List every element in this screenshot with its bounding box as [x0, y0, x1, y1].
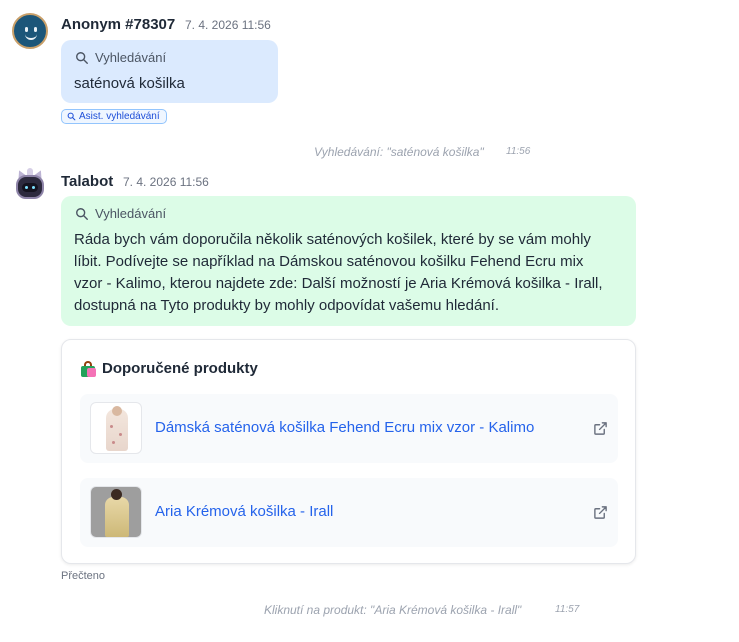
- bubble-label-text: Vyhledávání: [95, 206, 167, 221]
- message-text: saténová košilka: [74, 75, 185, 92]
- message-text-line: dostupná na Tyto produkty by mohly odpov…: [74, 297, 499, 314]
- user-message-bubble: Vyhledávání saténová košilka: [61, 40, 278, 103]
- message-author: Talabot: [61, 173, 114, 190]
- bot-eye: [32, 186, 35, 189]
- bot-head: [16, 175, 44, 199]
- card-title-text: Doporučené produkty: [102, 360, 258, 377]
- product-thumbnail[interactable]: [90, 486, 142, 538]
- product-item[interactable]: Dámská saténová košilka Fehend Ecru mix …: [80, 394, 618, 463]
- avatar-eye: [34, 27, 37, 32]
- external-link-icon[interactable]: [593, 505, 608, 520]
- bubble-label-text: Vyhledávání: [95, 50, 167, 65]
- card-title: Doporučené produkty: [80, 360, 258, 377]
- message-text-line: Ráda bych vám doporučila několik saténov…: [74, 231, 591, 248]
- shopping-bags-icon: [80, 360, 96, 377]
- search-icon: [67, 112, 76, 121]
- bubble-label: Vyhledávání: [75, 50, 166, 65]
- bot-message-bubble: Vyhledávání Ráda bych vám doporučila něk…: [61, 196, 636, 326]
- bubble-label: Vyhledávání: [75, 206, 166, 221]
- message-text-line: líbit. Podívejte se například na Dámskou…: [74, 253, 584, 270]
- bot-face: [22, 183, 38, 192]
- external-link-icon[interactable]: [593, 421, 608, 436]
- user-avatar: [12, 13, 48, 49]
- bot-eye: [25, 186, 28, 189]
- product-thumbnail[interactable]: [90, 402, 142, 454]
- search-icon: [76, 51, 88, 64]
- assisted-search-chip: Asist. vyhledávání: [61, 109, 167, 124]
- message-timestamp: 7. 4. 2026 11:56: [123, 175, 209, 189]
- avatar-smile: [25, 34, 37, 40]
- read-status: Přečteno: [61, 570, 106, 582]
- product-link[interactable]: Dámská saténová košilka Fehend Ecru mix …: [155, 419, 534, 436]
- system-event-text: Vyhledávání: "saténová košilka": [314, 145, 484, 159]
- chip-label: Asist. vyhledávání: [79, 111, 160, 122]
- system-event-time: 11:56: [506, 146, 531, 157]
- bot-avatar: [12, 168, 48, 204]
- search-icon: [76, 207, 88, 220]
- system-event-time: 11:57: [555, 604, 580, 615]
- avatar-eye: [25, 27, 28, 32]
- product-link[interactable]: Aria Krémová košilka - Irall: [155, 503, 333, 520]
- recommended-products-card: Doporučené produkty Dámská saténová koši…: [61, 339, 636, 564]
- product-item[interactable]: Aria Krémová košilka - Irall: [80, 478, 618, 547]
- message-author: Anonym #78307: [61, 16, 176, 33]
- system-event-text: Kliknutí na produkt: "Aria Krémová košil…: [264, 603, 522, 617]
- message-text-line: vzor - Kalimo, kterou najdete zde: Další…: [74, 275, 603, 292]
- message-timestamp: 7. 4. 2026 11:56: [185, 18, 271, 32]
